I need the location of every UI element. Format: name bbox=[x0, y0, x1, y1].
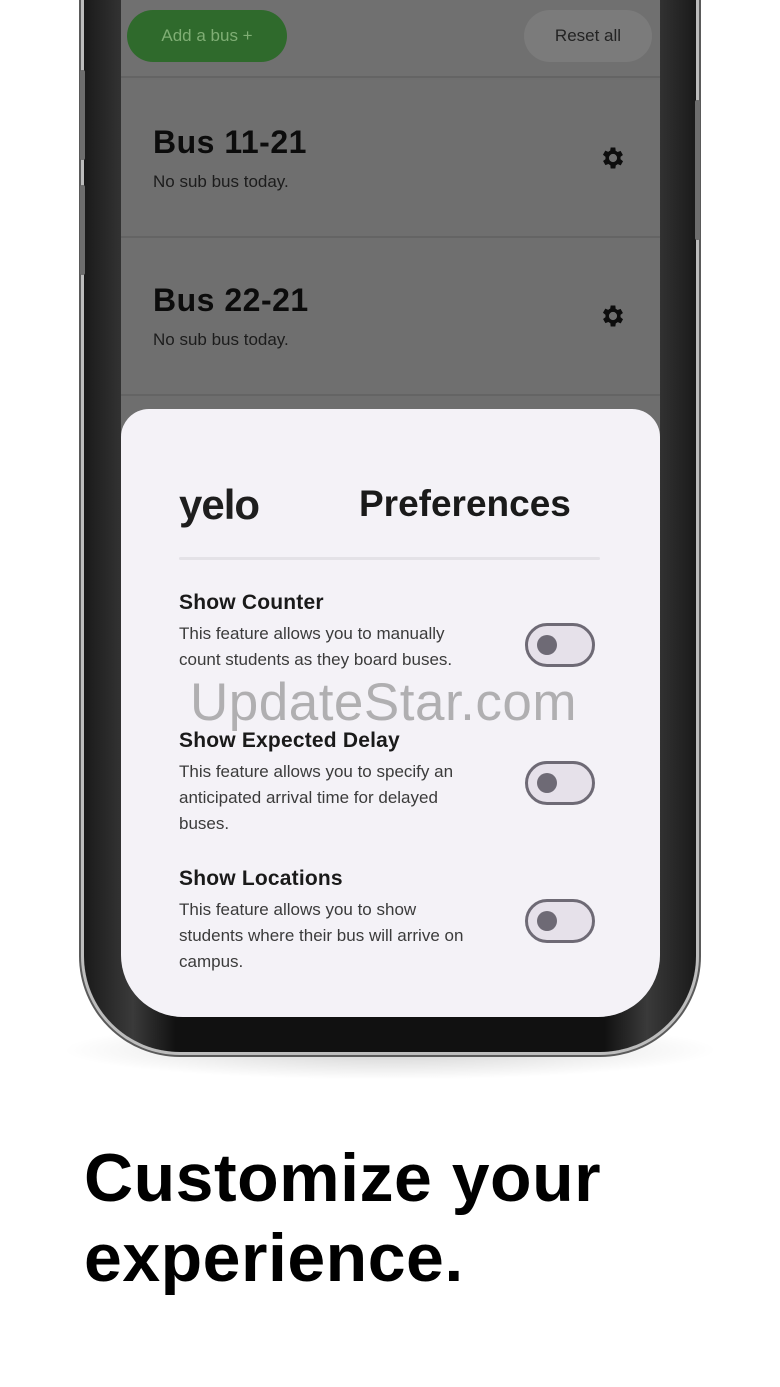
headline-line-2: experience. bbox=[84, 1220, 464, 1296]
show-counter-toggle[interactable] bbox=[525, 623, 595, 667]
bus-status: No sub bus today. bbox=[153, 330, 289, 349]
bus-status: No sub bus today. bbox=[153, 172, 289, 191]
show-locations-toggle[interactable] bbox=[525, 899, 595, 943]
gear-icon[interactable] bbox=[599, 302, 627, 330]
preference-title: Show Locations bbox=[179, 867, 343, 890]
volume-up-button bbox=[80, 70, 85, 160]
preference-show-expected-delay: Show Expected Delay This feature allows … bbox=[179, 729, 600, 837]
app-store-screenshot: Add a bus + Reset all Bus 11-21 No sub b… bbox=[0, 0, 780, 1387]
show-expected-delay-toggle[interactable] bbox=[525, 761, 595, 805]
watermark: UpdateStar.com bbox=[190, 673, 578, 732]
reset-all-button[interactable]: Reset all bbox=[524, 10, 652, 62]
headline-line-1: Customize your bbox=[84, 1140, 602, 1216]
sheet-title: Preferences bbox=[359, 483, 571, 524]
preference-show-counter: Show Counter This feature allows you to … bbox=[179, 591, 600, 673]
preference-description: This feature allows you to specify an an… bbox=[179, 762, 454, 833]
toggle-knob bbox=[537, 635, 557, 655]
bus-card[interactable]: Bus 22-21 No sub bus today. bbox=[121, 238, 660, 396]
preference-show-locations: Show Locations This feature allows you t… bbox=[179, 867, 600, 975]
bus-title: Bus 22-21 bbox=[153, 282, 309, 318]
bus-title: Bus 11-21 bbox=[153, 124, 307, 160]
add-bus-button[interactable]: Add a bus + bbox=[127, 10, 287, 62]
top-toolbar: Add a bus + Reset all bbox=[121, 0, 660, 78]
toggle-knob bbox=[537, 773, 557, 793]
bus-card[interactable]: Bus 11-21 No sub bus today. bbox=[121, 80, 660, 238]
marketing-headline: Customize your experience. bbox=[84, 1138, 601, 1298]
divider bbox=[179, 557, 600, 560]
preference-description: This feature allows you to manually coun… bbox=[179, 624, 453, 669]
toggle-knob bbox=[537, 911, 557, 931]
volume-down-button bbox=[80, 185, 85, 275]
gear-icon[interactable] bbox=[599, 144, 627, 172]
preference-title: Show Counter bbox=[179, 591, 324, 614]
preference-description: This feature allows you to show students… bbox=[179, 900, 464, 971]
power-button bbox=[695, 100, 700, 240]
phone-screen: Add a bus + Reset all Bus 11-21 No sub b… bbox=[121, 0, 660, 1017]
yelo-logo: yelo bbox=[179, 481, 260, 528]
